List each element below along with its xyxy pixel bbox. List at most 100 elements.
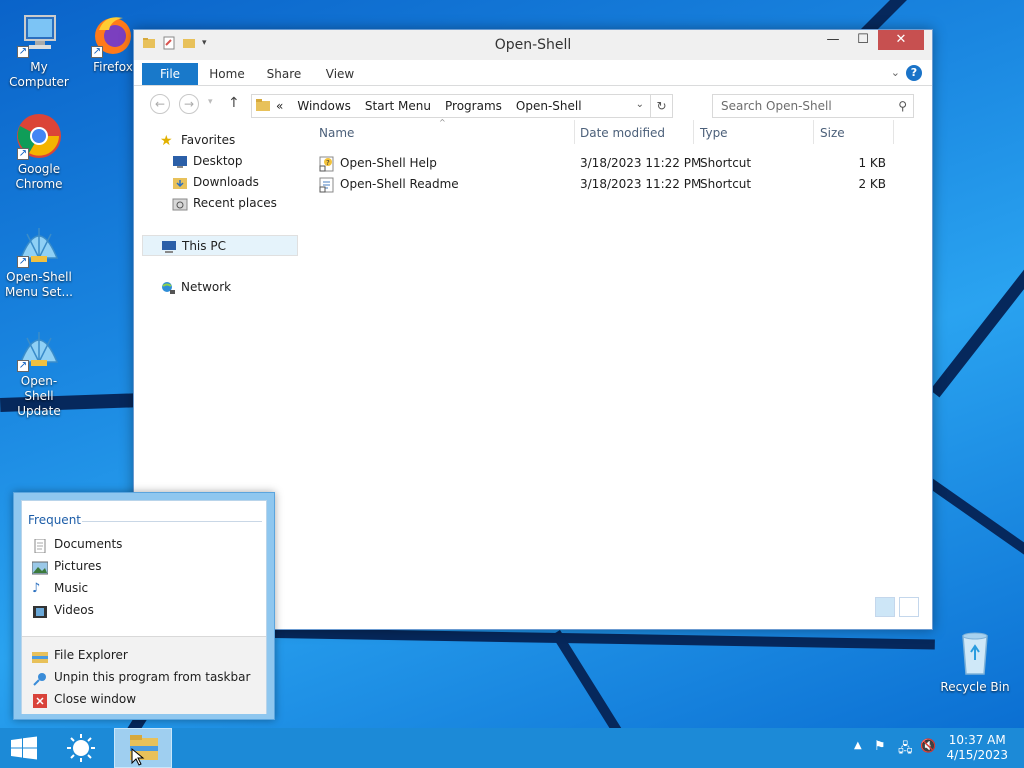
- clock-date: 4/15/2023: [946, 748, 1008, 762]
- tab-view[interactable]: View: [322, 63, 358, 85]
- column-header-size[interactable]: Size: [820, 126, 845, 144]
- nav-recent-places[interactable]: Recent places: [172, 193, 277, 214]
- clock-time: 10:37 AM: [948, 733, 1006, 747]
- jump-task-unpin[interactable]: Unpin this program from taskbar: [32, 666, 250, 688]
- jump-list-header: Frequent: [28, 513, 81, 527]
- file-name: Open-Shell Help: [340, 156, 437, 170]
- jump-task-file-explorer[interactable]: File Explorer: [32, 644, 128, 666]
- column-header-date-modified[interactable]: Date modified: [580, 126, 665, 144]
- maximize-button[interactable]: ☐: [848, 30, 878, 50]
- jump-item-music[interactable]: ♪ Music: [32, 577, 88, 599]
- address-dropdown-icon[interactable]: ⌄: [636, 99, 644, 110]
- wallpaper-beam: [551, 630, 656, 728]
- jump-item-label: Unpin this program from taskbar: [54, 670, 251, 684]
- nav-this-pc[interactable]: This PC: [142, 235, 298, 256]
- file-explorer-icon: [32, 649, 48, 663]
- jump-item-label: Documents: [54, 537, 123, 551]
- navigation-bar: ← → ▾ ↑ « Windows Start Menu Programs Op…: [134, 86, 932, 124]
- volume-muted-icon[interactable]: 🔇: [920, 739, 936, 754]
- wallpaper-beam: [926, 478, 1024, 556]
- column-header-type[interactable]: Type: [700, 126, 728, 144]
- jump-item-documents[interactable]: Documents: [32, 533, 122, 555]
- desktop-icon-google-chrome[interactable]: ↗ Google Chrome: [0, 112, 78, 192]
- recent-locations-icon[interactable]: ▾: [208, 97, 213, 107]
- close-button[interactable]: ✕: [878, 30, 924, 50]
- desktop-icon-label: Open-Shell Menu Set...: [5, 270, 73, 299]
- taskbar-jump-list: Frequent Documents Pictures ♪ Music Video…: [13, 492, 275, 720]
- breadcrumb-open-shell[interactable]: Open-Shell: [516, 99, 582, 113]
- documents-icon: [32, 538, 48, 553]
- address-bar[interactable]: « Windows Start Menu Programs Open-Shell…: [251, 94, 673, 118]
- network-status-icon[interactable]: 🖧: [898, 739, 913, 761]
- start-button[interactable]: [0, 728, 48, 768]
- back-button[interactable]: ←: [150, 94, 170, 114]
- tab-home[interactable]: Home: [206, 63, 248, 85]
- column-header-name[interactable]: Name: [319, 126, 354, 144]
- tab-file[interactable]: File: [142, 63, 198, 85]
- action-center-flag-icon[interactable]: ⚑: [874, 739, 886, 754]
- column-divider[interactable]: [813, 120, 814, 144]
- help-icon[interactable]: ?: [906, 65, 922, 81]
- desktop-icon-label: My Computer: [9, 60, 69, 89]
- desktop-icon-label: Google Chrome: [15, 162, 63, 191]
- jump-item-videos[interactable]: Videos: [32, 599, 94, 621]
- view-switcher: [875, 597, 919, 617]
- ribbon-tabs: File Home Share View ⌄ ?: [134, 60, 932, 86]
- file-date: 3/18/2023 11:22 PM: [580, 177, 702, 191]
- desktop-icon: [172, 155, 188, 169]
- column-divider[interactable]: [574, 120, 575, 144]
- search-icon[interactable]: ⚲: [898, 95, 907, 117]
- details-view-icon[interactable]: [875, 597, 895, 617]
- firefox-icon: ↗: [89, 10, 137, 58]
- search-input[interactable]: Search Open-Shell ⚲: [712, 94, 914, 118]
- open-shell-icon: ↗: [15, 220, 63, 268]
- breadcrumb-overflow[interactable]: «: [276, 99, 283, 113]
- forward-button[interactable]: →: [179, 94, 199, 114]
- nav-desktop[interactable]: Desktop: [172, 151, 243, 172]
- nav-favorites[interactable]: ★ Favorites: [160, 130, 235, 151]
- nav-label: Recent places: [193, 196, 277, 210]
- file-date: 3/18/2023 11:22 PM: [580, 156, 702, 170]
- expand-ribbon-icon[interactable]: ⌄: [891, 66, 900, 79]
- minimize-button[interactable]: —: [818, 30, 848, 50]
- large-icons-view-icon[interactable]: [899, 597, 919, 617]
- videos-icon: [32, 604, 48, 618]
- nav-network[interactable]: Network: [160, 277, 231, 298]
- desktop-icon-my-computer[interactable]: ↗ My Computer: [0, 10, 78, 90]
- desktop-icon-recycle-bin[interactable]: Recycle Bin: [936, 630, 1014, 695]
- breadcrumb-windows[interactable]: Windows: [297, 99, 351, 113]
- sun-icon: [67, 734, 95, 762]
- desktop-icon-label: Open-Shell Update: [17, 374, 61, 418]
- desktop-icon-open-shell-update[interactable]: ↗ Open-Shell Update: [0, 324, 78, 419]
- music-icon: ♪: [32, 580, 41, 596]
- up-button[interactable]: ↑: [228, 95, 240, 111]
- clock[interactable]: 10:37 AM 4/15/2023: [946, 733, 1008, 763]
- tab-share[interactable]: Share: [264, 63, 304, 85]
- taskbar-file-explorer-button[interactable]: [114, 728, 172, 768]
- jump-item-pictures[interactable]: Pictures: [31, 555, 102, 577]
- folder-icon: [256, 98, 270, 114]
- nav-downloads[interactable]: Downloads: [172, 172, 259, 193]
- file-row[interactable]: Open-Shell Readme 3/18/2023 11:22 PM Sho…: [319, 174, 889, 195]
- column-divider[interactable]: [693, 120, 694, 144]
- computer-icon: ↗: [15, 10, 63, 58]
- jump-task-close-window[interactable]: Close window: [32, 688, 136, 710]
- file-row[interactable]: ? Open-Shell Help 3/18/2023 11:22 PM Sho…: [319, 153, 889, 174]
- wallpaper-beam: [930, 263, 1024, 398]
- refresh-icon[interactable]: ↻: [650, 95, 672, 117]
- file-list: ^ Name Date modified Type Size ? Open-Sh…: [309, 118, 929, 625]
- show-hidden-icons-icon[interactable]: ▲: [854, 740, 862, 751]
- computer-icon: [161, 240, 177, 254]
- nav-label: Desktop: [193, 154, 243, 168]
- nav-label: Network: [181, 280, 232, 294]
- desktop-icon-open-shell-settings[interactable]: ↗ Open-Shell Menu Set...: [0, 220, 78, 300]
- jump-item-label: File Explorer: [54, 648, 128, 662]
- title-bar[interactable]: ▾ Open-Shell — ☐ ✕: [134, 30, 932, 60]
- breadcrumb-start-menu[interactable]: Start Menu: [365, 99, 431, 113]
- breadcrumb-programs[interactable]: Programs: [445, 99, 502, 113]
- taskbar-open-shell-button[interactable]: [58, 728, 104, 768]
- sort-ascending-icon: ^: [439, 118, 446, 127]
- jump-list-panel: Frequent Documents Pictures ♪ Music Video…: [21, 500, 267, 714]
- column-divider[interactable]: [893, 120, 894, 144]
- recent-places-icon: [172, 197, 188, 211]
